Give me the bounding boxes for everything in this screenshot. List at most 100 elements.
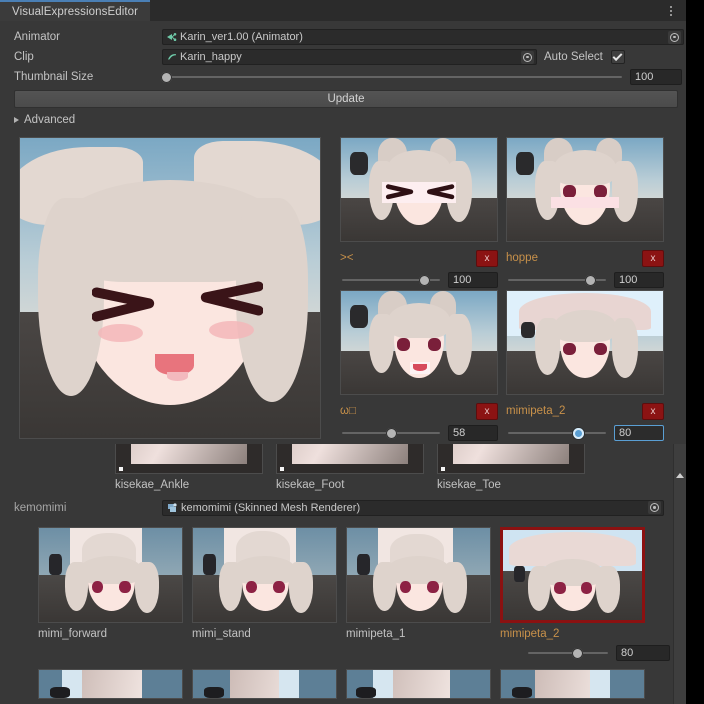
blendshape-browser-section: kisekae_Ankle kisekae_Foot kisekae_Toe k… — [0, 444, 686, 704]
object-picker-icon[interactable] — [648, 501, 661, 514]
advanced-foldout[interactable]: Advanced — [0, 111, 686, 129]
tab-bar-empty-area — [150, 0, 686, 21]
close-icon: x — [484, 252, 490, 264]
expression-thumbnail[interactable] — [340, 290, 498, 395]
expression-card: mimipeta_2 x 80 — [506, 290, 664, 443]
expression-weight-value: 80 — [619, 427, 632, 439]
kisekae-tile-row: kisekae_Ankle kisekae_Foot kisekae_Toe — [0, 444, 686, 491]
list-item[interactable] — [500, 669, 645, 699]
delete-expression-button[interactable]: x — [642, 249, 664, 267]
list-item[interactable]: kisekae_Toe — [437, 444, 585, 491]
close-icon: x — [650, 252, 656, 264]
clip-object-field[interactable]: Karin_happy — [162, 49, 537, 65]
auto-select-checkbox[interactable] — [610, 50, 625, 64]
expression-weight-slider[interactable] — [508, 273, 606, 287]
next-tile-row — [0, 669, 686, 699]
chevron-right-icon — [14, 117, 19, 123]
expression-name: >< — [340, 252, 354, 264]
expression-card-header: ω□ x — [340, 401, 498, 421]
delete-expression-button[interactable]: x — [642, 402, 664, 420]
scroll-up-arrow-icon[interactable] — [676, 473, 684, 478]
tile-weight-value: 80 — [621, 647, 634, 659]
close-icon: x — [650, 405, 656, 417]
delete-expression-button[interactable]: x — [476, 402, 498, 420]
vertical-scrollbar[interactable] — [673, 444, 686, 704]
expression-weight-value: 58 — [453, 427, 466, 439]
list-item[interactable]: mimipeta_2 80 — [500, 527, 670, 661]
expression-card: hoppe x 100 — [506, 137, 664, 290]
update-button[interactable]: Update — [14, 90, 678, 108]
list-item[interactable]: mimi_forward — [38, 527, 183, 661]
slider-knob[interactable] — [573, 427, 585, 439]
expression-weight-input[interactable]: 58 — [448, 425, 498, 441]
kemomimi-object-field[interactable]: kemomimi (Skinned Mesh Renderer) — [162, 499, 664, 516]
expression-thumbnail[interactable] — [506, 137, 664, 242]
tile-weight-slider[interactable] — [528, 646, 608, 660]
slider-knob[interactable] — [572, 647, 584, 659]
expression-weight-slider[interactable] — [342, 426, 440, 440]
tile-weight-input[interactable]: 80 — [616, 645, 670, 661]
visual-expressions-editor-window: VisualExpressionsEditor Animator Karin_v… — [0, 0, 686, 704]
tile-label: mimipeta_2 — [500, 628, 560, 640]
expression-weight-row: 100 — [340, 271, 498, 289]
expression-weight-slider[interactable] — [508, 426, 606, 440]
expression-weight-slider[interactable] — [342, 273, 440, 287]
expression-thumbnail[interactable] — [340, 137, 498, 242]
expression-card-header: hoppe x — [506, 248, 664, 268]
kemomimi-object-value: kemomimi (Skinned Mesh Renderer) — [181, 501, 361, 514]
expression-weight-row: 100 — [506, 271, 664, 289]
object-picker-icon[interactable] — [521, 50, 534, 64]
kebab-menu-icon[interactable] — [664, 3, 678, 19]
tile-label: mimi_forward — [38, 628, 108, 640]
tile-label: kisekae_Foot — [276, 479, 345, 491]
tile-label: mimi_stand — [192, 628, 251, 640]
left-eye-closed — [92, 287, 155, 322]
animator-value: Karin_ver1.00 (Animator) — [180, 31, 303, 43]
list-item[interactable]: mimi_stand — [192, 527, 337, 661]
expression-weight-input[interactable]: 100 — [448, 272, 498, 288]
slider-knob[interactable] — [584, 274, 596, 286]
advanced-label: Advanced — [24, 114, 76, 126]
thumbnail-size-input[interactable]: 100 — [630, 69, 682, 85]
list-item[interactable]: mimipeta_1 — [346, 527, 491, 661]
animator-row: Animator Karin_ver1.00 (Animator) — [0, 27, 686, 47]
expression-weight-row: 80 — [506, 424, 664, 442]
tile-label: mimipeta_1 — [346, 628, 406, 640]
thumbnail-size-slider[interactable] — [161, 70, 622, 84]
tab-visual-expressions-editor[interactable]: VisualExpressionsEditor — [0, 0, 150, 21]
kemomimi-group-header: kemomimi kemomimi (Skinned Mesh Renderer… — [0, 498, 686, 517]
thumbnail-size-label: Thumbnail Size — [14, 71, 94, 83]
list-item[interactable] — [38, 669, 183, 699]
main-expression-preview[interactable] — [19, 137, 321, 439]
expression-weight-input[interactable]: 100 — [614, 272, 664, 288]
object-picker-icon[interactable] — [668, 30, 681, 44]
close-icon: x — [484, 405, 490, 417]
slider-knob[interactable] — [161, 71, 173, 83]
list-item[interactable]: kisekae_Ankle — [115, 444, 263, 491]
kemomimi-tile-row: mimi_forward mimi_stand mimipeta_1 mimip… — [0, 527, 686, 661]
slider-track — [162, 76, 622, 78]
list-item[interactable] — [192, 669, 337, 699]
group-name-label: kemomimi — [14, 501, 67, 514]
expression-name: ω□ — [340, 405, 356, 417]
expression-weight-value: 100 — [619, 274, 638, 286]
list-item[interactable] — [346, 669, 491, 699]
expression-weight-row: 58 — [340, 424, 498, 442]
avatar-render — [20, 138, 320, 438]
expression-thumbnail[interactable] — [506, 290, 664, 395]
tab-label: VisualExpressionsEditor — [12, 5, 139, 18]
expression-weight-input[interactable]: 80 — [614, 425, 664, 441]
expression-card-header: mimipeta_2 x — [506, 401, 664, 421]
list-item[interactable]: kisekae_Foot — [276, 444, 424, 491]
animator-label: Animator — [14, 31, 61, 43]
skinned-mesh-renderer-icon — [168, 502, 177, 512]
animator-object-field[interactable]: Karin_ver1.00 (Animator) — [162, 29, 684, 45]
tile-label: kisekae_Ankle — [115, 479, 190, 491]
expression-name: hoppe — [506, 252, 538, 264]
expression-card: ω□ x 58 — [340, 290, 498, 443]
delete-expression-button[interactable]: x — [476, 249, 498, 267]
slider-knob[interactable] — [385, 427, 397, 439]
slider-knob[interactable] — [418, 274, 430, 286]
animator-icon — [167, 33, 177, 41]
auto-select-label: Auto Select — [544, 51, 603, 63]
